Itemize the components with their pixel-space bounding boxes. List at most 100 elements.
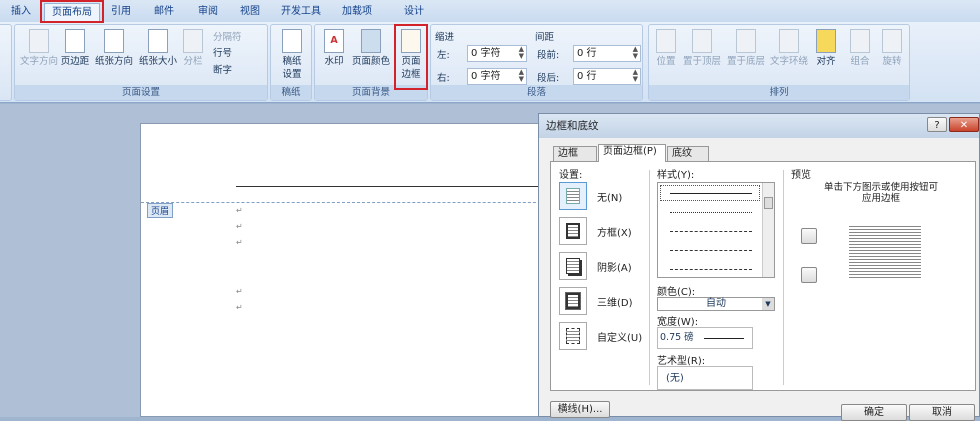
position-icon: [656, 29, 676, 53]
preview-bottom-border-button[interactable]: [801, 267, 817, 283]
setting-shadow-icon: [566, 258, 580, 274]
scroll-thumb[interactable]: [764, 197, 773, 209]
paragraph-mark: ↵: [236, 238, 243, 247]
tab-shading[interactable]: 底纹(S): [667, 146, 709, 173]
margins-button[interactable]: 页边距: [59, 29, 91, 68]
help-button[interactable]: ?: [927, 117, 947, 132]
setting-shadow-label[interactable]: 阴影(A): [597, 259, 632, 274]
color-select[interactable]: 自动 ▼: [657, 297, 775, 311]
tab-borders[interactable]: 边框(B): [553, 146, 597, 173]
draft-icon: [282, 29, 302, 53]
setting-box-icon: [566, 223, 580, 239]
size-button[interactable]: 纸张大小: [136, 29, 180, 68]
width-select[interactable]: 0.75 磅: [657, 327, 753, 349]
settings-label: 设置:: [559, 170, 583, 181]
style-label: 样式(Y):: [657, 170, 695, 181]
spacing-after-label: 段后:: [537, 73, 560, 84]
indent-left-input[interactable]: 0 字符 ▲ ▼: [467, 45, 527, 62]
header-boundary: [141, 202, 561, 203]
spacing-before-label: 段前:: [537, 50, 560, 61]
style-dashed[interactable]: [670, 231, 752, 232]
send-back-icon: [736, 29, 756, 53]
orientation-icon: [104, 29, 124, 53]
divider: [649, 170, 650, 385]
group-label: 段落: [431, 85, 642, 100]
highlight-tab: [40, 0, 104, 23]
size-icon: [148, 29, 168, 53]
tab-page-border[interactable]: 页面边框(P): [598, 144, 666, 162]
tab-view[interactable]: 视图: [232, 3, 268, 22]
paragraph-mark: ↵: [236, 206, 243, 215]
setting-custom-label[interactable]: 自定义(U): [597, 329, 642, 344]
draft-settings-button[interactable]: 稿纸 设置: [275, 29, 309, 81]
style-dotted[interactable]: [670, 212, 752, 213]
group-label: 排列: [649, 85, 909, 100]
bring-front-button[interactable]: 置于顶层: [681, 29, 723, 68]
art-select[interactable]: (无): [657, 366, 753, 390]
tab-references[interactable]: 引用: [104, 3, 138, 22]
hyphenation-button[interactable]: 断字: [213, 62, 232, 76]
spacing-before-input[interactable]: 0 行 ▲ ▼: [573, 45, 641, 62]
group-arrange: 位置 置于顶层 置于底层 文字环绕 对齐 组合 旋转 排列: [648, 24, 910, 101]
preview-page[interactable]: [849, 224, 921, 280]
tab-addins[interactable]: 加载项: [336, 3, 378, 22]
group-button[interactable]: 组合: [845, 29, 875, 68]
setting-3d-button[interactable]: [559, 287, 587, 315]
text-direction-button[interactable]: 文字方向: [17, 29, 61, 68]
style-dash-dot[interactable]: [670, 269, 752, 270]
ok-button[interactable]: 确定: [841, 404, 907, 421]
rotate-button[interactable]: 旋转: [877, 29, 907, 68]
group-label: 页面设置: [15, 85, 267, 100]
style-scrollbar[interactable]: [762, 183, 774, 277]
text-direction-icon: [29, 29, 49, 53]
tab-mailings[interactable]: 邮件: [146, 3, 182, 22]
breaks-button[interactable]: 分隔符: [213, 29, 242, 43]
setting-3d-label[interactable]: 三维(D): [597, 294, 633, 309]
indent-right-input[interactable]: 0 字符 ▲ ▼: [467, 68, 527, 85]
watermark-icon: A: [324, 29, 344, 53]
group-page-setup: 文字方向 页边距 纸张方向 纸张大小 分栏 分隔符 行号 断字 页面设置: [14, 24, 268, 101]
setting-box-label[interactable]: 方框(X): [597, 224, 632, 239]
chevron-down-icon: ▼: [762, 298, 774, 310]
paragraph-mark: ↵: [236, 222, 243, 231]
cancel-button[interactable]: 取消: [909, 404, 975, 421]
highlight-page-borders: [394, 24, 428, 90]
tab-developer[interactable]: 开发工具: [276, 3, 326, 22]
style-long-dashed[interactable]: [670, 250, 752, 251]
preview-label: 预览: [791, 170, 811, 181]
text-wrap-button[interactable]: 文字环绕: [767, 29, 811, 68]
align-button[interactable]: 对齐: [811, 29, 841, 68]
header-line: [236, 186, 566, 187]
orientation-button[interactable]: 纸张方向: [92, 29, 136, 68]
dialog-title: 边框和底纹: [539, 114, 979, 138]
style-list[interactable]: [657, 182, 775, 278]
preview-top-border-button[interactable]: [801, 228, 817, 244]
align-icon: [816, 29, 836, 53]
art-label: 艺术型(R):: [657, 356, 706, 367]
setting-custom-button[interactable]: [559, 322, 587, 350]
paragraph-mark: ↵: [236, 303, 243, 312]
style-solid[interactable]: [670, 193, 752, 194]
columns-button[interactable]: 分栏: [180, 29, 206, 68]
close-button[interactable]: ✕: [949, 117, 979, 132]
watermark-button[interactable]: A 水印: [319, 29, 349, 68]
horizontal-line-button[interactable]: 横线(H)...: [550, 401, 610, 418]
tab-review[interactable]: 审阅: [190, 3, 226, 22]
indent-label: 缩进: [435, 32, 455, 43]
setting-shadow-button[interactable]: [559, 252, 587, 280]
tab-insert[interactable]: 插入: [4, 3, 38, 22]
document-page[interactable]: 页眉 ↵ ↵ ↵ ↵ ↵: [140, 123, 566, 417]
width-label: 宽度(W):: [657, 317, 699, 328]
setting-box-button[interactable]: [559, 217, 587, 245]
position-button[interactable]: 位置: [651, 29, 681, 68]
setting-none-label[interactable]: 无(N): [597, 189, 622, 204]
page-color-button[interactable]: 页面颜色: [349, 29, 393, 68]
spacing-after-input[interactable]: 0 行 ▲ ▼: [573, 68, 641, 85]
group-label: 稿纸: [271, 85, 311, 100]
margins-icon: [65, 29, 85, 53]
columns-icon: [183, 29, 203, 53]
line-numbers-button[interactable]: 行号: [213, 45, 232, 59]
send-back-button[interactable]: 置于底层: [725, 29, 767, 68]
setting-none-button[interactable]: [559, 182, 587, 210]
tab-design[interactable]: 设计: [396, 3, 432, 22]
